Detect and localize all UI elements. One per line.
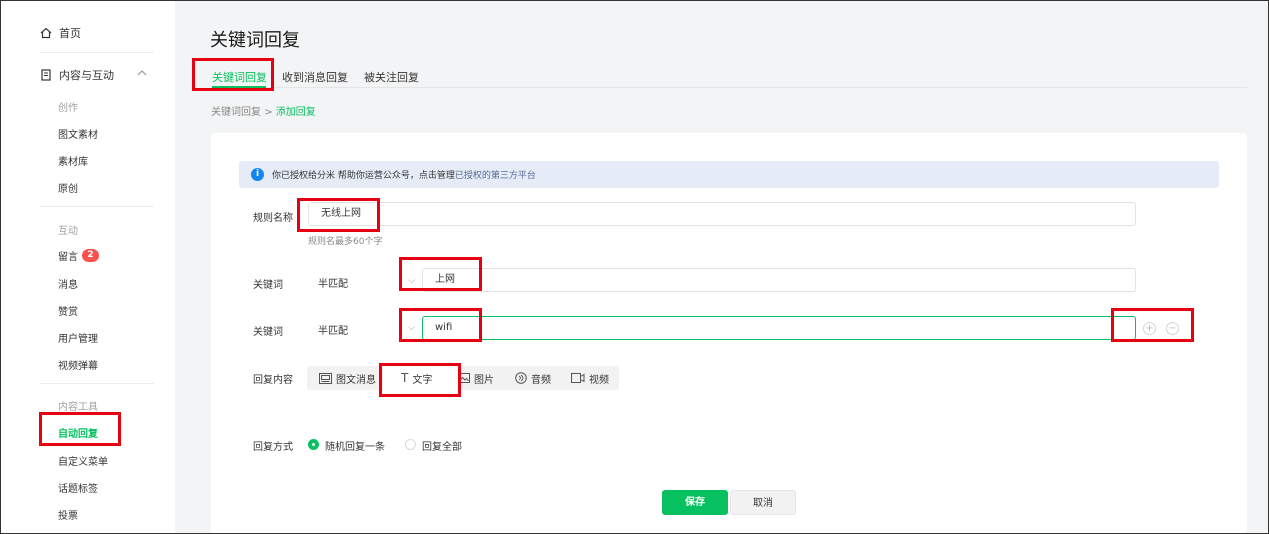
rule-name-input[interactable]: 无线上网 [308, 202, 1136, 226]
nav-item-yuanchuang[interactable]: 原创 [58, 180, 78, 195]
breadcrumb: 关键词回复 > 添加回复 [211, 103, 316, 118]
notice-link[interactable]: 已授权的第三方平台 [455, 168, 536, 181]
tab-follow-reply[interactable]: 被关注回复 [364, 69, 419, 85]
radio-random-one[interactable] [308, 439, 319, 450]
page-title: 关键词回复 [210, 30, 300, 51]
reply-type-video-label: 视频 [589, 374, 609, 386]
breadcrumb-current: 添加回复 [275, 107, 316, 118]
keyword-label-1: 关键词 [253, 280, 283, 291]
cancel-button[interactable]: 取消 [730, 490, 796, 515]
save-button[interactable]: 保存 [662, 490, 728, 515]
breadcrumb-separator: > [264, 107, 273, 118]
divider [40, 383, 154, 384]
nav-item-shipin[interactable]: 视频弹幕 [58, 357, 98, 372]
keyword-input-1[interactable]: 上网 [422, 268, 1136, 292]
video-icon [571, 373, 585, 383]
notice-text: 你已授权给分米 帮助你运营公众号，点击管理 [272, 171, 455, 181]
keyword-label-2: 关键词 [253, 327, 283, 338]
sidebar: 首页 内容与互动 创作 图文素材 素材库 原创 互动 留言 2 消息 赞赏 用户… [0, 0, 175, 534]
audio-icon [515, 372, 527, 384]
auth-notice: i 你已授权给分米 帮助你运营公众号，点击管理 已授权的第三方平台 [239, 161, 1219, 188]
info-icon: i [251, 168, 264, 181]
highlight-box [399, 308, 482, 342]
nav-item-vote[interactable]: 投票 [58, 507, 78, 522]
reply-type-audio[interactable]: 音频 [515, 366, 551, 390]
reply-type-video[interactable]: 视频 [571, 366, 609, 390]
keyword-input-2[interactable]: wifi [422, 316, 1136, 340]
radio-random-one-label[interactable]: 随机回复一条 [325, 438, 385, 453]
nav-home[interactable]: 首页 [40, 25, 81, 41]
radio-reply-all[interactable] [405, 439, 416, 450]
reply-type-image-label: 图片 [474, 374, 494, 386]
nav-content-interact[interactable]: 内容与互动 [40, 67, 147, 83]
reply-type-news[interactable]: 图文消息 [319, 366, 376, 390]
home-icon [40, 27, 52, 39]
reply-content-label: 回复内容 [253, 375, 293, 386]
reply-mode-label: 回复方式 [253, 442, 293, 453]
reply-type-bar: 图文消息 T 文字 图片 音频 视频 [307, 366, 619, 390]
tab-message-reply[interactable]: 收到消息回复 [282, 69, 348, 85]
nav-home-label: 首页 [59, 27, 81, 40]
reply-type-audio-label: 音频 [531, 374, 551, 386]
news-icon [319, 372, 332, 384]
nav-item-yonghu[interactable]: 用户管理 [58, 330, 98, 345]
match-type-1[interactable]: 半匹配 [318, 275, 348, 290]
match-type-2[interactable]: 半匹配 [318, 322, 348, 337]
nav-item-tuwen[interactable]: 图文素材 [58, 126, 98, 141]
highlight-box [192, 58, 274, 91]
divider [40, 52, 154, 53]
highlight-box [297, 198, 380, 232]
rule-name-label: 规则名称 [253, 213, 293, 224]
tab-bar: 关键词回复 收到消息回复 被关注回复 [210, 68, 1247, 88]
breadcrumb-root[interactable]: 关键词回复 [211, 107, 261, 118]
reply-type-image[interactable]: 图片 [458, 366, 494, 390]
nav-item-liuyan[interactable]: 留言 2 [58, 248, 99, 263]
document-icon [41, 69, 51, 81]
nav-section-tools: 内容工具 [58, 402, 98, 413]
chevron-up-icon[interactable] [137, 69, 147, 77]
unread-badge: 2 [82, 249, 99, 262]
divider [40, 206, 154, 207]
highlight-box [1111, 308, 1194, 342]
nav-item-custom-menu[interactable]: 自定义菜单 [58, 453, 108, 468]
nav-item-sucai[interactable]: 素材库 [58, 153, 88, 168]
nav-item-topic[interactable]: 话题标签 [58, 480, 98, 495]
highlight-box [39, 412, 121, 446]
nav-item-xiaoxi[interactable]: 消息 [58, 276, 78, 291]
nav-section-interact: 互动 [58, 226, 78, 237]
radio-reply-all-label[interactable]: 回复全部 [422, 438, 462, 453]
nav-content-interact-label: 内容与互动 [59, 69, 114, 82]
nav-item-liuyan-label: 留言 [58, 252, 78, 263]
nav-item-zanshang[interactable]: 赞赏 [58, 303, 78, 318]
highlight-box [379, 363, 461, 397]
highlight-box [399, 257, 482, 291]
nav-section-create: 创作 [58, 103, 78, 114]
rule-name-hint: 规则名最多60个字 [308, 237, 383, 247]
reply-type-news-label: 图文消息 [336, 374, 376, 386]
